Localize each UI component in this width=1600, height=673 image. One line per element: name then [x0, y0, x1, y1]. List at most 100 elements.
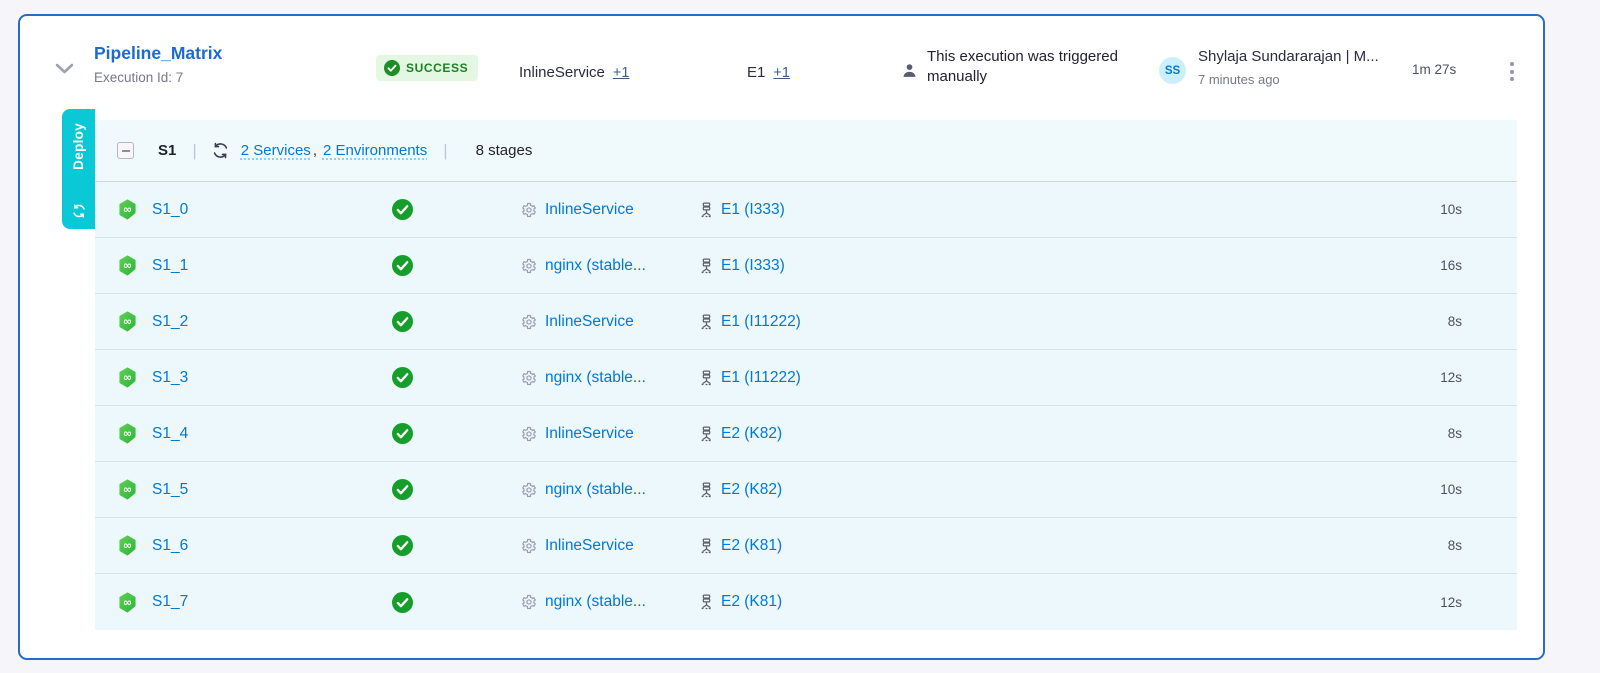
svg-text:∞: ∞ [123, 203, 132, 216]
environment-icon [699, 426, 714, 442]
environments-count-link[interactable]: 2 Environments [323, 142, 427, 159]
gear-icon [521, 314, 537, 330]
services-summary: InlineService +1 [519, 64, 629, 81]
service-link[interactable]: InlineService [545, 201, 634, 219]
stage-duration: 12s [1342, 370, 1517, 385]
stage-hexagon-icon: ∞ [116, 366, 139, 389]
stage-hexagon-icon: ∞ [116, 198, 139, 221]
environment-link[interactable]: E1 (I333) [721, 257, 785, 275]
status-check-icon [392, 199, 413, 220]
environment-icon [699, 594, 714, 610]
services-summary-name: InlineService [519, 64, 605, 81]
user-avatar[interactable]: SS [1159, 57, 1186, 84]
matrix-group-header: S1 | 2 Services , 2 Environments | 8 sta… [95, 120, 1517, 182]
environment-link[interactable]: E2 (K82) [721, 481, 782, 499]
service-link[interactable]: InlineService [545, 425, 634, 443]
service-link[interactable]: nginx (stable... [545, 593, 646, 611]
stage-duration: 8s [1342, 538, 1517, 553]
stage-hexagon-icon: ∞ [116, 422, 139, 445]
environment-link[interactable]: E2 (K81) [721, 593, 782, 611]
stage-duration: 10s [1342, 482, 1517, 497]
loop-icon [71, 203, 87, 219]
services-count-link[interactable]: 2 Services [241, 142, 311, 159]
status-check-icon [392, 423, 413, 444]
gear-icon [521, 258, 537, 274]
collapse-button[interactable] [117, 142, 134, 159]
stage-name-link[interactable]: S1_0 [152, 201, 188, 219]
execution-time-ago: 7 minutes ago [1198, 72, 1379, 87]
matrix-loop-icon [211, 141, 230, 160]
stage-name-link[interactable]: S1_5 [152, 481, 188, 499]
service-link[interactable]: nginx (stable... [545, 257, 646, 275]
stage-hexagon-icon: ∞ [116, 310, 139, 333]
environments-summary-name: E1 [747, 64, 765, 81]
stage-hexagon-icon: ∞ [116, 534, 139, 557]
environments-more-link[interactable]: +1 [773, 65, 790, 81]
status-check-icon [392, 592, 413, 613]
stage-hexagon-icon: ∞ [116, 254, 139, 277]
more-options-button[interactable] [1506, 58, 1518, 85]
status-check-icon [392, 535, 413, 556]
stage-row: ∞ S1_6 InlineService [95, 518, 1517, 574]
gear-icon [521, 202, 537, 218]
environment-link[interactable]: E1 (I333) [721, 201, 785, 219]
comma: , [313, 142, 317, 159]
trigger-description: This execution was triggered manually [927, 47, 1159, 88]
environments-summary: E1 +1 [747, 64, 790, 81]
execution-id-label: Execution Id: 7 [94, 70, 222, 85]
stage-name-link[interactable]: S1_1 [152, 257, 188, 275]
stage-duration: 12s [1342, 595, 1517, 610]
svg-text:∞: ∞ [123, 315, 132, 328]
stage-name-link[interactable]: S1_6 [152, 537, 188, 555]
total-duration: 1m 27s [1412, 62, 1456, 77]
stage-duration: 8s [1342, 314, 1517, 329]
matrix-stage-table: S1 | 2 Services , 2 Environments | 8 sta… [95, 120, 1517, 630]
stage-tab-deploy[interactable]: Deploy [62, 109, 95, 229]
user-silhouette-icon [901, 62, 918, 84]
status-badge: SUCCESS [376, 55, 478, 81]
services-more-link[interactable]: +1 [613, 65, 630, 81]
stage-name-link[interactable]: S1_7 [152, 593, 188, 611]
svg-text:∞: ∞ [123, 483, 132, 496]
environment-link[interactable]: E2 (K81) [721, 537, 782, 555]
stage-tab-label: Deploy [71, 123, 86, 170]
environment-icon [699, 538, 714, 554]
status-check-icon [392, 479, 413, 500]
service-link[interactable]: nginx (stable... [545, 369, 646, 387]
svg-text:∞: ∞ [123, 427, 132, 440]
stage-name-link[interactable]: S1_2 [152, 313, 188, 331]
gear-icon [521, 538, 537, 554]
environment-link[interactable]: E2 (K82) [721, 425, 782, 443]
divider: | [192, 141, 196, 161]
matrix-group-name: S1 [158, 142, 176, 159]
success-check-icon [384, 60, 400, 76]
stage-name-link[interactable]: S1_4 [152, 425, 188, 443]
status-text: SUCCESS [406, 61, 468, 75]
stage-duration: 8s [1342, 426, 1517, 441]
service-link[interactable]: InlineService [545, 313, 634, 331]
user-block: Shylaja Sundararajan | M... 7 minutes ag… [1198, 48, 1379, 87]
environment-link[interactable]: E1 (I11222) [721, 313, 801, 331]
svg-text:∞: ∞ [123, 596, 132, 609]
stage-row: ∞ S1_3 nginx (stable... [95, 350, 1517, 406]
stage-row: ∞ S1_1 nginx (stable... [95, 238, 1517, 294]
environment-icon [699, 314, 714, 330]
title-block: Pipeline_Matrix Execution Id: 7 [94, 43, 222, 85]
stage-name-link[interactable]: S1_3 [152, 369, 188, 387]
stage-row: ∞ S1_0 InlineService [95, 182, 1517, 238]
svg-text:∞: ∞ [123, 539, 132, 552]
stage-row: ∞ S1_5 nginx (stable... [95, 462, 1517, 518]
gear-icon [521, 426, 537, 442]
environment-link[interactable]: E1 (I11222) [721, 369, 801, 387]
divider: | [443, 141, 447, 161]
gear-icon [521, 482, 537, 498]
svg-text:∞: ∞ [123, 259, 132, 272]
gear-icon [521, 594, 537, 610]
matrix-rows: ∞ S1_0 InlineService [95, 182, 1517, 630]
service-link[interactable]: InlineService [545, 537, 634, 555]
service-link[interactable]: nginx (stable... [545, 481, 646, 499]
pipeline-name-link[interactable]: Pipeline_Matrix [94, 43, 222, 64]
stage-hexagon-icon: ∞ [116, 591, 139, 614]
chevron-down-icon[interactable] [54, 62, 75, 81]
svg-text:∞: ∞ [123, 371, 132, 384]
